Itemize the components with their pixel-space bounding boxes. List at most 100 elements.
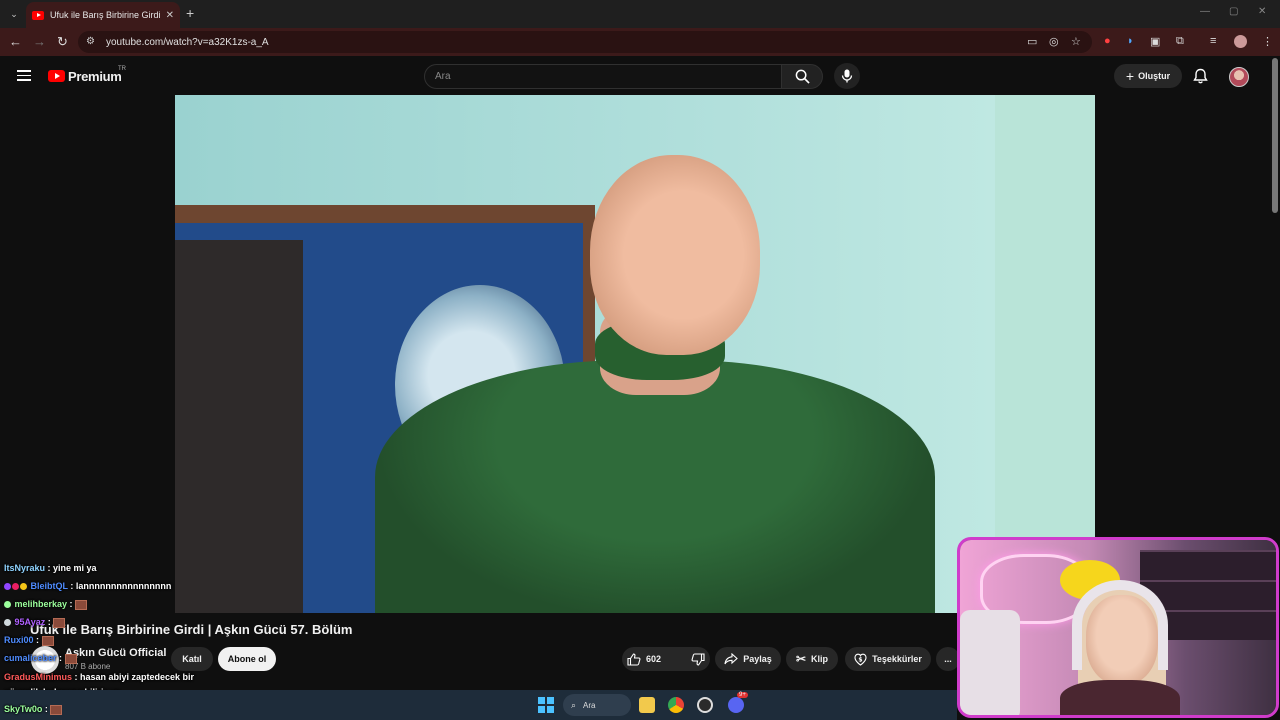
super-thanks-icon: $ [854,653,867,666]
subscribe-button[interactable]: Abone ol [218,647,276,671]
close-window-icon[interactable]: ✕ [1258,6,1266,17]
obs-icon[interactable] [697,697,713,713]
create-button[interactable]: + Oluştur [1114,64,1182,88]
emote-icon [41,635,54,646]
chat-message: GradusMinimus : hasan abiyi zaptedecek b… [4,672,195,682]
youtube-logo-text[interactable]: Premium [68,69,122,84]
page-scrollbar[interactable] [1272,58,1278,213]
chat-message: BleibtQL : lannnnnnnnnnnnnnnn [4,581,171,591]
share-label: Paylaş [743,654,772,664]
chat-badge-icon [4,619,11,627]
chat-username: Ruxi00 [4,635,34,645]
chat-username: SkyTw0o [4,704,43,714]
chat-message: melihberkay : [4,599,88,610]
search-icon: ⌕ [571,699,577,710]
create-label: Oluştur [1138,71,1171,81]
browser-tab[interactable]: Ufuk ile Barış Birbirine Girdi | Aşkın G… [26,2,180,28]
clip-label: Klip [811,654,829,664]
emote-icon [64,653,77,664]
back-icon[interactable]: ← [9,34,22,49]
bell-icon [1193,68,1208,84]
thanks-label: Teşekkürler [872,654,922,664]
discord-icon[interactable] [728,697,744,713]
discord-notification-badge: 9+ [737,692,748,698]
voice-search-button[interactable] [834,63,860,89]
site-info-icon[interactable]: ⚙ [86,36,98,48]
video-frame-door [175,240,303,613]
svg-text:$: $ [858,656,862,663]
search-input[interactable]: Ara [424,64,782,89]
chat-badge-icon [4,601,11,609]
emote-icon [50,704,63,715]
tab-search-menu-icon[interactable]: ⌄ [6,6,22,22]
chat-username: ItsNyraku [4,563,46,573]
like-dislike-group: 602 [622,647,710,671]
chat-badge-icon [12,583,19,591]
address-bar[interactable]: ⚙ youtube.com/watch?v=a32K1zs-a_A [78,31,1092,53]
chat-badge-icon [20,583,27,591]
channel-name[interactable]: Aşkın Gücü Official [65,647,166,659]
chat-text: hasan abiyi zaptedecek bir [80,672,195,682]
extension-red-icon[interactable]: ● [1104,35,1111,47]
headphones-icon [1072,580,1168,670]
reading-list-icon[interactable]: ≡ [1210,35,1216,47]
join-button[interactable]: Katıl [171,647,213,671]
clip-button[interactable]: ✂ Klip [786,647,838,671]
eye-off-icon[interactable]: ◎ [1049,35,1059,48]
new-tab-button[interactable]: + [186,5,194,21]
share-arrow-icon [724,653,739,665]
cast-icon[interactable]: ▭ [1027,35,1037,48]
chat-message: ItsNyraku : yine mi ya [4,563,97,573]
like-count: 602 [645,654,662,664]
menu-hamburger-icon[interactable] [17,70,31,81]
youtube-header: Premium TR Ara + Oluştur [0,56,1280,96]
profile-avatar[interactable] [1234,35,1247,48]
webcam-chair [960,610,1020,715]
chat-username: 95Ayaz [14,617,46,627]
thumbs-down-icon [691,652,705,666]
forward-icon[interactable]: → [33,34,46,49]
thanks-button[interactable]: $ Teşekkürler [845,647,931,671]
video-title: Ufuk ile Barış Birbirine Girdi | Aşkın G… [30,622,353,637]
search-button[interactable] [781,64,823,89]
windows-taskbar: ⌕ Ara 9+ [0,690,957,720]
notifications-button[interactable] [1193,68,1208,89]
dislike-button[interactable] [681,647,715,671]
account-avatar[interactable] [1229,67,1249,87]
microphone-icon [841,69,853,83]
chat-username: cumaliceber [4,653,57,663]
chat-message: cumaliceber : [4,653,77,664]
windows-start-icon[interactable] [538,697,554,713]
tab-title: Ufuk ile Barış Birbirine Girdi | Aşkın G… [50,10,160,20]
region-code: TR [118,66,126,72]
chat-username: BleibtQL [30,581,68,591]
extensions-puzzle-icon[interactable]: ⧉ [1176,35,1184,48]
chrome-icon[interactable] [668,697,684,713]
taskbar-search-label: Ara [583,700,596,710]
extension-audio-icon[interactable]: ◗ [1127,35,1134,47]
scissors-icon: ✂ [795,652,807,666]
youtube-favicon-icon [32,10,44,20]
video-player[interactable] [175,95,1095,613]
emote-icon [75,599,88,610]
chat-text: yine mi ya [53,563,97,573]
bookmark-star-icon[interactable]: ☆ [1071,35,1081,48]
maximize-icon[interactable]: ▢ [1229,6,1238,17]
share-button[interactable]: Paylaş [715,647,781,671]
close-tab-icon[interactable]: ✕ [166,10,174,21]
reload-icon[interactable]: ↻ [57,34,68,50]
url-text: youtube.com/watch?v=a32K1zs-a_A [106,36,269,48]
chat-username: GradusMinimus [4,672,73,682]
like-button[interactable]: 602 [617,647,671,671]
taskbar-search[interactable]: ⌕ Ara [563,694,631,716]
plus-icon: + [1125,68,1135,84]
browser-menu-icon[interactable]: ⋮ [1262,35,1273,48]
youtube-logo-icon[interactable] [48,70,65,82]
minimize-icon[interactable]: — [1200,6,1210,17]
emote-icon [53,617,66,628]
file-explorer-icon[interactable] [639,697,655,713]
chat-message: Ruxi00 : [4,635,54,646]
extension-shield-icon[interactable]: ▣ [1150,35,1160,48]
chat-badge-icon [4,583,11,591]
chat-message: SkyTw0o : [4,704,63,715]
